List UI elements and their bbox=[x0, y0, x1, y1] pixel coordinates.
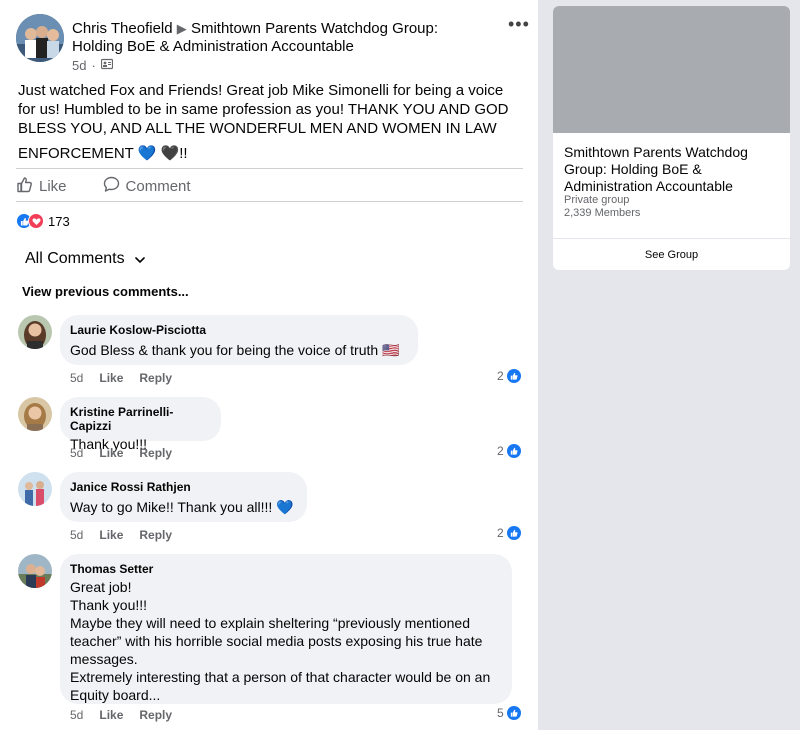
post-text-line: BLESS YOU, AND ALL THE WONDERFUL MEN AND… bbox=[18, 120, 497, 137]
chevron-down-icon bbox=[134, 250, 145, 268]
divider bbox=[16, 201, 523, 202]
comment-bubble: Janice Rossi Rathjen Way to go Mike!! Th… bbox=[60, 472, 307, 522]
group-cover-image[interactable] bbox=[553, 6, 790, 133]
arrow-icon: ▶ bbox=[176, 21, 187, 36]
thumbs-up-icon bbox=[16, 176, 33, 197]
comment-reaction-number: 5 bbox=[497, 706, 504, 720]
comment-text: God Bless & thank you for being the voic… bbox=[70, 342, 400, 358]
author-avatar[interactable] bbox=[16, 14, 64, 62]
comment-time[interactable]: 5d bbox=[70, 528, 83, 542]
comment-text-line: Maybe they will need to explain shelteri… bbox=[70, 615, 470, 631]
comment-reply-button[interactable]: Reply bbox=[139, 528, 172, 542]
comment-label: Comment bbox=[125, 177, 191, 195]
group-title-link[interactable]: Smithtown Parents Watchdog Group: Holdin… bbox=[564, 144, 779, 195]
like-label: Like bbox=[39, 177, 67, 195]
post-header: Chris Theofield ▶ Smithtown Parents Watc… bbox=[72, 20, 492, 56]
comment-reply-button[interactable]: Reply bbox=[139, 446, 172, 460]
comment-bubble: Thomas Setter Great job! Thank you!!! Ma… bbox=[60, 554, 512, 704]
commenter-name[interactable]: Kristine Parrinelli-Capizzi bbox=[70, 405, 211, 433]
like-button[interactable]: Like bbox=[16, 176, 67, 197]
view-previous-comments-link[interactable]: View previous comments... bbox=[22, 284, 189, 299]
group-audience-icon bbox=[100, 58, 113, 73]
group-info-card: Smithtown Parents Watchdog Group: Holdin… bbox=[553, 6, 790, 270]
commenter-avatar[interactable] bbox=[18, 315, 52, 349]
comment-time[interactable]: 5d bbox=[70, 446, 83, 460]
comment-actions: 5d Like Reply bbox=[70, 446, 172, 460]
commenter-name[interactable]: Laurie Koslow-Pisciotta bbox=[70, 323, 408, 337]
post-text: Just watched Fox and Friends! Great job … bbox=[18, 81, 523, 163]
comment-text-line: messages. bbox=[70, 651, 138, 667]
comment-reaction-number: 2 bbox=[497, 444, 504, 458]
comment-reaction-number: 2 bbox=[497, 526, 504, 540]
like-reaction-icon bbox=[506, 526, 521, 540]
post-text-line: ENFORCEMENT 💙 🖤!! bbox=[18, 145, 188, 162]
meta-separator: · bbox=[91, 58, 96, 73]
commenter-name[interactable]: Janice Rossi Rathjen bbox=[70, 480, 297, 494]
comment-time[interactable]: 5d bbox=[70, 708, 83, 722]
post-text-line: for us! Humbled to be in same profession… bbox=[18, 101, 509, 118]
commenter-avatar[interactable] bbox=[18, 554, 52, 588]
comment-text-line: Equity board... bbox=[70, 687, 161, 703]
comment-text-line: Great job! bbox=[70, 579, 132, 595]
reactions-summary[interactable]: 173 bbox=[16, 213, 70, 229]
comment-reaction-count[interactable]: 2 bbox=[497, 444, 521, 458]
comment-text: Great job! Thank you!!! Maybe they will … bbox=[70, 578, 502, 704]
commenter-avatar[interactable] bbox=[18, 397, 52, 431]
post-time[interactable]: 5d bbox=[72, 58, 86, 73]
comment-actions: 5d Like Reply bbox=[70, 371, 172, 385]
comment-text-line: Thank you!!! bbox=[70, 597, 148, 613]
like-reaction-icon bbox=[506, 706, 521, 720]
comment-filter-dropdown[interactable]: All Comments bbox=[25, 250, 145, 268]
comment-reaction-count[interactable]: 2 bbox=[497, 369, 521, 383]
see-group-button[interactable]: See Group bbox=[553, 239, 790, 270]
commenter-name[interactable]: Thomas Setter bbox=[70, 562, 502, 576]
comment-reply-button[interactable]: Reply bbox=[139, 708, 172, 722]
more-options-button[interactable]: ••• bbox=[508, 14, 530, 35]
comment-reply-button[interactable]: Reply bbox=[139, 371, 172, 385]
comment-actions: 5d Like Reply bbox=[70, 708, 172, 722]
group-privacy: Private group bbox=[564, 194, 630, 206]
comment-like-button[interactable]: Like bbox=[99, 708, 123, 722]
post-text-line: Just watched Fox and Friends! Great job … bbox=[18, 82, 504, 99]
action-bar: Like Comment bbox=[16, 172, 227, 200]
comment-button[interactable]: Comment bbox=[103, 176, 191, 197]
comment-actions: 5d Like Reply bbox=[70, 528, 172, 542]
comment-text: Way to go Mike!! Thank you all!!! 💙 bbox=[70, 499, 294, 515]
comment-text-line: teacher” with his horrible social media … bbox=[70, 633, 483, 649]
post-card: Chris Theofield ▶ Smithtown Parents Watc… bbox=[0, 0, 538, 730]
comment-bubble: Laurie Koslow-Pisciotta God Bless & than… bbox=[60, 315, 418, 365]
comment-text-line: Extremely interesting that a person of t… bbox=[70, 669, 491, 685]
comment-filter-label: All Comments bbox=[25, 250, 125, 267]
comment-bubble: Kristine Parrinelli-Capizzi Thank you!!! bbox=[60, 397, 221, 452]
comment-like-button[interactable]: Like bbox=[99, 371, 123, 385]
commenter-avatar[interactable] bbox=[18, 472, 52, 506]
love-reaction-icon bbox=[28, 213, 44, 229]
comment-reaction-count[interactable]: 5 bbox=[497, 706, 521, 720]
comment-reaction-number: 2 bbox=[497, 369, 504, 383]
comment-like-button[interactable]: Like bbox=[99, 446, 123, 460]
comment-time[interactable]: 5d bbox=[70, 371, 83, 385]
reaction-count: 173 bbox=[48, 213, 70, 229]
divider bbox=[16, 168, 523, 169]
comment-like-button[interactable]: Like bbox=[99, 528, 123, 542]
like-reaction-icon bbox=[506, 369, 521, 383]
group-member-count: 2,339 Members bbox=[564, 207, 641, 219]
post-meta: 5d · bbox=[72, 58, 113, 73]
author-name[interactable]: Chris Theofield bbox=[72, 20, 173, 37]
comment-icon bbox=[103, 176, 120, 197]
like-reaction-icon bbox=[506, 444, 521, 458]
comment-reaction-count[interactable]: 2 bbox=[497, 526, 521, 540]
